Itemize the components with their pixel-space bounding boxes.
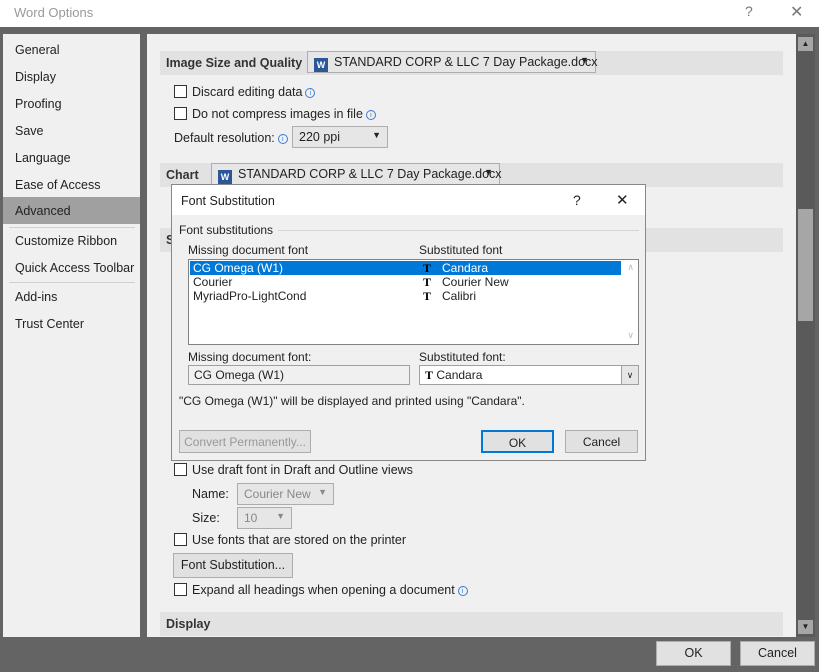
dropdown-value: Courier New [244,487,311,501]
dialog-title: Font Substitution [181,194,275,208]
dialog-cancel-button[interactable]: Cancel [565,430,638,453]
truetype-icon: T [425,368,434,382]
label-text: Expand all headings when opening a docum… [192,583,455,597]
draft-font-label: Use draft font in Draft and Outline view… [192,463,413,477]
dialog-help-button[interactable]: ? [573,192,581,208]
chevron-down-icon: ▼ [372,130,381,140]
printer-fonts-label: Use fonts that are stored on the printer [192,533,407,547]
list-item[interactable]: Courier T Courier New [190,275,621,289]
missing-font: Courier [193,275,233,289]
info-icon: i [365,110,376,120]
size-label: Size: [192,511,220,525]
no-compress-checkbox[interactable] [174,107,187,120]
chevron-down-icon: ▼ [318,487,327,497]
list-scroll-down-icon[interactable]: ∨ [627,330,634,341]
chevron-down-icon: ▼ [580,55,589,65]
truetype-icon: T [423,261,432,275]
section-display: Display [160,612,783,636]
sidebar-item-add-ins[interactable]: Add-ins [3,283,140,310]
sidebar: General Display Proofing Save Language E… [3,34,140,637]
printer-fonts-checkbox[interactable] [174,533,187,546]
discard-editing-checkbox[interactable] [174,85,187,98]
resolution-label: Default resolution: i [174,131,288,145]
list-scroll-up-icon[interactable]: ∧ [627,262,634,273]
draft-font-name-dropdown[interactable]: Courier New ▼ [237,483,334,505]
sidebar-item-trust-center[interactable]: Trust Center [3,310,140,337]
substitution-message: "CG Omega (W1)" will be displayed and pr… [179,394,525,408]
truetype-icon: T [423,275,432,289]
help-button[interactable]: ? [745,3,753,19]
info-icon: i [457,586,468,596]
no-compress-label: Do not compress images in file i [192,107,376,121]
scroll-down-icon[interactable]: ▼ [798,620,813,634]
group-label: Font substitutions [179,223,274,237]
missing-font: CG Omega (W1) [193,261,284,275]
list-item[interactable]: CG Omega (W1) T Candara [190,261,621,275]
info-icon: i [277,134,288,144]
dropdown-value: STANDARD CORP & LLC 7 Day Package.docx [334,55,598,69]
font-substitution-dialog: Font Substitution ? ✕ Font substitutions… [171,184,646,461]
chevron-down-icon: ▼ [484,167,493,177]
image-document-dropdown[interactable]: W STANDARD CORP & LLC 7 Day Package.docx ▼ [307,51,598,73]
dropdown-value: STANDARD CORP & LLC 7 Day Package.docx [238,167,502,181]
substituted-font: Candara [442,261,489,275]
missing-font-label: Missing document font: [188,350,312,364]
expand-headings-checkbox[interactable] [174,583,187,596]
divider [278,230,639,231]
draft-font-size-dropdown[interactable]: 10 ▼ [237,507,292,529]
convert-permanently-button[interactable]: Convert Permanently... [179,430,311,453]
chart-document-dropdown[interactable]: W STANDARD CORP & LLC 7 Day Package.docx ▼ [211,163,502,185]
list-item[interactable]: MyriadPro-LightCond T Calibri [190,289,621,303]
scrollbar[interactable]: ▲ ▼ [796,34,815,637]
label-text: Do not compress images in file [192,107,363,121]
window-title: Word Options [14,5,94,20]
label-text: Default resolution: [174,131,275,145]
dropdown-value: 10 [244,511,258,525]
substituted-font: Calibri [442,289,477,303]
sidebar-item-display[interactable]: Display [3,63,140,90]
dropdown-value: 220 ppi [299,130,341,144]
missing-font-field: CG Omega (W1) [188,365,410,385]
expand-headings-label: Expand all headings when opening a docum… [192,583,468,597]
word-doc-icon: W [314,58,328,72]
sidebar-item-general[interactable]: General [3,36,140,63]
column-substituted-font: Substituted font [419,243,503,257]
chevron-down-icon: ∨ [621,366,638,384]
word-doc-icon: W [218,170,232,184]
discard-editing-label: Discard editing data i [192,85,316,99]
substitution-list[interactable]: CG Omega (W1) T Candara Courier T Courier Ne… [188,259,639,345]
font-substitution-button[interactable]: Font Substitution... [173,553,293,578]
sidebar-item-proofing[interactable]: Proofing [3,90,140,117]
missing-font: MyriadPro-LightCond [193,289,307,303]
chevron-down-icon: ▼ [276,511,285,521]
sidebar-item-ease-of-access[interactable]: Ease of Access [3,171,140,198]
sidebar-item-language[interactable]: Language [3,144,140,171]
scroll-up-icon[interactable]: ▲ [798,37,813,51]
dialog-title-bar: Font Substitution ? ✕ [172,185,645,215]
close-button[interactable]: ✕ [790,2,803,22]
cancel-button[interactable]: Cancel [740,641,815,666]
substituted-font: Courier New [442,275,509,289]
ok-button[interactable]: OK [656,641,731,666]
substituted-font-dropdown[interactable]: T Candara ∨ [419,365,639,385]
sidebar-item-advanced[interactable]: Advanced [3,197,140,224]
scroll-thumb[interactable] [798,209,813,321]
title-bar: Word Options ? ✕ [0,0,819,27]
sidebar-item-save[interactable]: Save [3,117,140,144]
draft-font-checkbox[interactable] [174,463,187,476]
resolution-dropdown[interactable]: 220 ppi ▼ [292,126,388,148]
column-missing-font: Missing document font [188,243,309,257]
dialog-close-button[interactable]: ✕ [616,191,629,209]
info-icon: i [305,88,316,98]
label-text: Discard editing data [192,85,303,99]
dropdown-value: Candara [436,368,483,382]
truetype-icon: T [423,289,432,303]
sidebar-item-customize-ribbon[interactable]: Customize Ribbon [3,227,140,254]
substituted-font-label: Substituted font: [419,350,506,364]
name-label: Name: [192,487,229,501]
dialog-ok-button[interactable]: OK [481,430,554,453]
sidebar-item-quick-access-toolbar[interactable]: Quick Access Toolbar [3,254,140,281]
